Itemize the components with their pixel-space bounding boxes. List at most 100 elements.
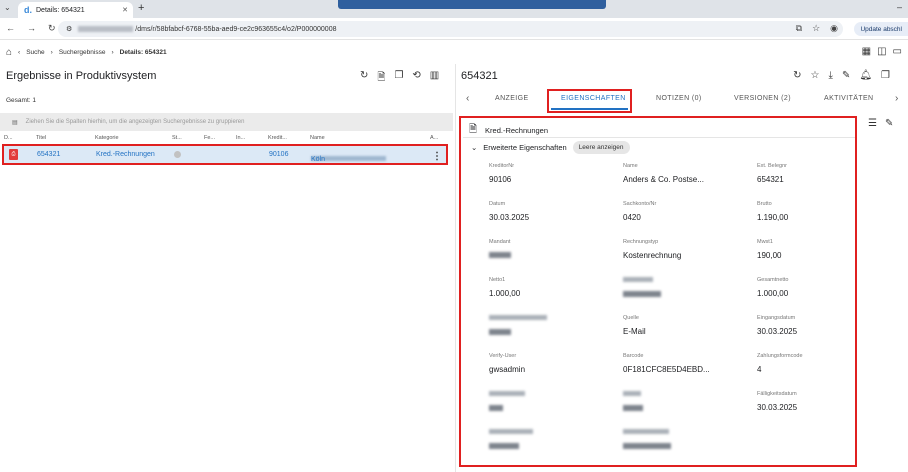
- field-mwst: Mwst1 190,00: [757, 239, 781, 260]
- field-value: 0420: [623, 213, 641, 222]
- field-gesamtnetto: Gesamtnetto 1.000,00: [757, 277, 789, 298]
- field-value: gwsadmin: [489, 365, 526, 374]
- column-header[interactable]: Name: [310, 135, 325, 141]
- minimize-icon[interactable]: –: [897, 2, 902, 12]
- field-value-redacted: [623, 290, 661, 299]
- tab-versionen[interactable]: VERSIONEN (2): [734, 95, 791, 102]
- field-label-redacted: [489, 429, 533, 436]
- cell-name-suffix: Köln: [311, 156, 326, 163]
- column-header[interactable]: In...: [236, 135, 245, 141]
- field-ext-belegnr: Ext. Belegnr 654321: [757, 163, 787, 184]
- column-header[interactable]: Titel: [36, 135, 46, 141]
- field-value-redacted: [489, 328, 547, 337]
- column-header[interactable]: Kredit...: [268, 135, 287, 141]
- more-options-icon[interactable]: ⋮: [432, 151, 442, 162]
- tab-anzeige[interactable]: ANZEIGE: [495, 95, 529, 102]
- bookmark-star-icon[interactable]: ☆: [812, 23, 820, 34]
- field-label: Gesamtnetto: [757, 277, 789, 283]
- properties-panel: 🗎 Kred.-Rechnungen ⌄ Erweiterte Eigensch…: [459, 116, 857, 467]
- field-datum: Datum 30.03.2025: [489, 201, 529, 222]
- chevron-right-icon[interactable]: ›: [895, 93, 899, 104]
- copy-icon[interactable]: ❐: [881, 70, 890, 81]
- field-redacted: [489, 315, 547, 337]
- column-header[interactable]: St...: [172, 135, 182, 141]
- edit-pencil-icon[interactable]: ✎: [885, 118, 893, 129]
- apps-grid-icon[interactable]: ▦: [862, 46, 871, 57]
- list-view-icon[interactable]: ☰: [868, 118, 877, 129]
- field-value: Anders & Co. Postse...: [623, 175, 704, 184]
- download-icon[interactable]: ⤓: [829, 70, 833, 81]
- field-mandant: Mandant: [489, 239, 511, 260]
- field-value: 1.000,00: [757, 289, 789, 298]
- field-value-redacted: [623, 442, 671, 451]
- column-header[interactable]: Fe...: [204, 135, 215, 141]
- field-value: 30.03.2025: [489, 213, 530, 222]
- field-value-redacted: [489, 442, 533, 451]
- chevron-right-icon: ›: [111, 48, 114, 56]
- field-label: Mandant: [489, 239, 511, 245]
- field-redacted: [489, 391, 525, 413]
- favorite-star-icon[interactable]: ☆: [811, 70, 820, 81]
- field-value: 1.000,00: [489, 289, 521, 298]
- column-header[interactable]: A...: [430, 135, 438, 141]
- tab-aktivitaeten[interactable]: AKTIVITÄTEN: [824, 95, 874, 102]
- site-info-icon[interactable]: ⚙: [66, 25, 72, 33]
- show-empty-button[interactable]: Leere anzeigen: [572, 141, 630, 154]
- breadcrumb-item[interactable]: Suchergebnisse: [59, 49, 106, 56]
- install-icon[interactable]: ⧉: [796, 23, 802, 34]
- back-chevron-icon[interactable]: ‹: [18, 49, 20, 56]
- breadcrumb-item[interactable]: Suche: [26, 49, 44, 56]
- field-redacted: [623, 429, 671, 451]
- breadcrumb-item: Details: 654321: [119, 48, 167, 56]
- refresh-icon[interactable]: ↻: [360, 70, 368, 87]
- edit-icon[interactable]: ✎: [842, 70, 850, 81]
- reload-icon[interactable]: ↻: [48, 23, 56, 34]
- url-input[interactable]: ⚙ /dms/r/58bfabcf-6768-55ba-aed9-ce2c963…: [58, 21, 843, 37]
- history-icon[interactable]: ⟲: [412, 70, 420, 87]
- table-row[interactable]: ⎙ 654321 Kred.-Rechnungen 90106 Köln ⋮: [2, 144, 448, 165]
- browser-tabstrip: ⌄ d. Details: 654321 ✕ + –: [0, 0, 908, 18]
- divider: [463, 137, 855, 138]
- category-title: Kred.-Rechnungen: [485, 126, 549, 135]
- group-drop-zone[interactable]: ▤ Ziehen Sie die Spalten hierhin, um die…: [0, 113, 453, 131]
- pane-divider[interactable]: [455, 64, 456, 472]
- tab-notizen[interactable]: NOTIZEN (0): [656, 95, 702, 102]
- copy-icon[interactable]: ❐: [394, 70, 403, 87]
- column-header[interactable]: Kategorie: [95, 135, 119, 141]
- field-value: 30.03.2025: [757, 403, 798, 412]
- pdf-icon: ⎙: [9, 149, 18, 160]
- export-doc-icon[interactable]: 🗎: [377, 70, 385, 87]
- field-label: KreditorNr: [489, 163, 515, 169]
- field-faelligkeitsdatum: Fälligkeitsdatum 30.03.2025: [757, 391, 797, 412]
- field-value-redacted: [489, 251, 511, 260]
- home-icon[interactable]: ⌂: [6, 47, 12, 58]
- cell-kreditor: 90106: [269, 151, 289, 158]
- layout-icon[interactable]: ▭: [893, 46, 902, 57]
- field-verify-user: Verify-User gwsadmin: [489, 353, 525, 374]
- back-icon[interactable]: ←: [6, 23, 15, 34]
- field-label: Barcode: [623, 353, 644, 359]
- field-label: Zahlungsformcode: [757, 353, 803, 359]
- profile-icon[interactable]: ◉: [830, 23, 838, 34]
- chevron-down-icon[interactable]: ⌄: [471, 143, 477, 152]
- column-settings-icon[interactable]: ▥: [430, 70, 439, 87]
- group-hint: Ziehen Sie die Spalten hierhin, um die a…: [25, 119, 245, 125]
- split-view-icon[interactable]: ◫: [877, 46, 886, 57]
- column-header[interactable]: D...: [4, 135, 13, 141]
- update-button[interactable]: Update abschl: [854, 22, 908, 36]
- forward-icon[interactable]: →: [27, 23, 36, 34]
- highlight-box: [547, 89, 632, 113]
- close-tab-icon[interactable]: ✕: [122, 6, 128, 14]
- notification-bell-icon[interactable]: 🔔︎: [859, 70, 872, 81]
- field-value: 1.190,00: [757, 213, 789, 222]
- chevron-left-icon[interactable]: ‹: [466, 93, 470, 104]
- tab-search-icon[interactable]: ⌄: [4, 3, 11, 12]
- refresh-icon[interactable]: ↻: [793, 70, 801, 81]
- detail-tabs: ‹ ANZEIGE EIGENSCHAFTEN NOTIZEN (0) VERS…: [458, 89, 908, 111]
- browser-tab[interactable]: d. Details: 654321 ✕: [18, 2, 133, 18]
- new-tab-button[interactable]: +: [138, 2, 144, 14]
- field-redacted: [623, 277, 661, 299]
- field-label: Name: [623, 163, 638, 169]
- section-title[interactable]: Erweiterte Eigenschaften: [483, 143, 566, 152]
- field-label-redacted: [623, 391, 643, 398]
